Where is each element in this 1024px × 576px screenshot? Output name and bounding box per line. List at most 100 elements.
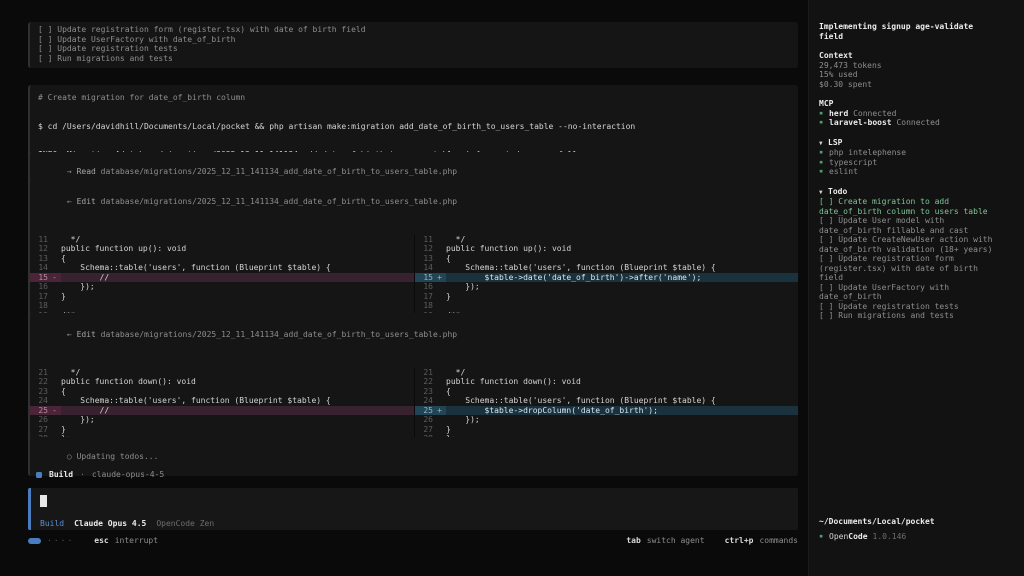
- status-bullet-icon: ▪: [819, 158, 829, 168]
- line-number: 22: [30, 377, 48, 387]
- code-text: });: [61, 282, 414, 292]
- diff-row: 16 });: [30, 282, 414, 292]
- line-number: 26: [415, 415, 433, 425]
- todo-line: [ ] Update registration form (register.t…: [38, 25, 790, 35]
- session-header: Build · claude-opus-4-5: [36, 470, 164, 480]
- diff-sign: [433, 425, 446, 435]
- line-number: 13: [415, 254, 433, 264]
- tab-key-label: switch agent: [647, 536, 705, 546]
- diff-row: 21 */: [415, 368, 798, 378]
- code-text: public function down(): void: [61, 377, 414, 387]
- diff-pane-after: 11 */12 public function up(): void 13 {14 S…: [414, 235, 798, 321]
- text-cursor: [40, 495, 47, 507]
- code-text: */: [61, 368, 414, 378]
- diff-row: 11 */: [415, 235, 798, 245]
- code-text: [446, 301, 798, 311]
- line-number: 27: [415, 425, 433, 435]
- diff-sign: [433, 415, 446, 425]
- app-version: 1.0.146: [873, 532, 907, 542]
- tool-file-path: database/migrations/2025_12_11_141134_ad…: [101, 197, 457, 206]
- diff-sign: [433, 235, 446, 245]
- diff-sign: [48, 263, 61, 273]
- status-bullet-icon: ▪: [819, 109, 829, 119]
- diff-row: 17}: [415, 292, 798, 302]
- diff-row: 25- //: [30, 406, 414, 416]
- diff-sign: [48, 301, 61, 311]
- line-number: 16: [415, 282, 433, 292]
- diff-sign: [48, 396, 61, 406]
- app-version-row: ▪ OpenCode 1.0.146: [819, 532, 906, 542]
- code-text: }: [446, 292, 798, 302]
- diff-row: 18: [415, 301, 798, 311]
- line-number: 23: [30, 387, 48, 397]
- prompt-input[interactable]: Build Claude Opus 4.5 OpenCode Zen: [28, 488, 798, 530]
- terminal-line: # Create migration for date_of_birth col…: [38, 93, 790, 103]
- code-text: */: [446, 235, 798, 245]
- diff-sign: [48, 254, 61, 264]
- updating-label: Updating todos...: [77, 452, 159, 461]
- code-text: });: [446, 415, 798, 425]
- diff-sign: [48, 292, 61, 302]
- mcp-item-text: laravel-boost Connected: [829, 118, 940, 128]
- diff-row: 17}: [30, 292, 414, 302]
- todo-line: [ ] Update registration tests: [38, 44, 790, 54]
- diff-row: 15- //: [30, 273, 414, 283]
- tool-file-path: database/migrations/2025_12_11_141134_ad…: [101, 330, 457, 339]
- code-text: */: [61, 235, 414, 245]
- diff-row: 25+ $table->dropColumn('date_of_birth');: [415, 406, 798, 416]
- line-number: 18: [30, 301, 48, 311]
- diff-row: 14 Schema::table('users', function (Blue…: [415, 263, 798, 273]
- main-pane: [ ] Update registration form (register.t…: [0, 0, 808, 576]
- code-text: Schema::table('users', function (Bluepri…: [61, 263, 414, 273]
- line-number: 16: [30, 282, 48, 292]
- diff-row: 26 });: [30, 415, 414, 425]
- mcp-item-text: herd Connected: [829, 109, 896, 119]
- code-text: {: [446, 254, 798, 264]
- diff-sign: [433, 368, 446, 378]
- diff-row: 26 });: [415, 415, 798, 425]
- code-text: {: [61, 387, 414, 397]
- edit-diff-block-up: ← Edit database/migrations/2025_12_11_14…: [28, 180, 798, 328]
- input-provider-label: OpenCode Zen: [156, 519, 214, 529]
- tab-key-hint: tab: [626, 536, 640, 546]
- diff-sign: [433, 282, 446, 292]
- line-number: 14: [415, 263, 433, 273]
- triangle-down-icon[interactable]: ▼: [819, 188, 828, 198]
- line-number: 12: [415, 244, 433, 254]
- lsp-item: ▪php intelephense: [819, 148, 1014, 158]
- diff-pane-before: 11 */12public function up(): void13{14 S…: [30, 235, 414, 321]
- diff-row: 23 {: [30, 387, 414, 397]
- line-number: 25: [30, 406, 48, 416]
- tool-file-path: database/migrations/2025_12_11_141134_ad…: [101, 167, 457, 176]
- line-number: 13: [30, 254, 48, 264]
- diff-sign: [433, 254, 446, 264]
- line-number: 25: [415, 406, 433, 416]
- lsp-item: ▪typescript: [819, 158, 1014, 168]
- diff-sign: [433, 377, 446, 387]
- edit-diff-block-down: ← Edit database/migrations/2025_12_11_14…: [28, 313, 798, 452]
- line-number: 21: [415, 368, 433, 378]
- code-text: }: [61, 292, 414, 302]
- diff-sign: [48, 377, 61, 387]
- code-text: */: [446, 368, 798, 378]
- triangle-down-icon[interactable]: ▼: [819, 139, 828, 149]
- input-model-label[interactable]: Claude Opus 4.5: [74, 519, 146, 529]
- diff-sign: -: [48, 273, 61, 283]
- todo-line: [ ] Run migrations and tests: [38, 54, 790, 64]
- sidebar-todo-item: [ ] Run migrations and tests: [819, 311, 1001, 321]
- code-text: });: [446, 282, 798, 292]
- code-text: {: [446, 387, 798, 397]
- spinner-dots-icon: ····: [47, 536, 74, 546]
- lsp-label: LSP: [828, 138, 842, 147]
- code-text: {: [61, 254, 414, 264]
- diff-row: 18: [30, 301, 414, 311]
- sidebar-todo-item: [ ] Create migration to add date_of_birt…: [819, 197, 1001, 216]
- diff-sign: [48, 244, 61, 254]
- line-number: 22: [415, 377, 433, 387]
- diff-sign: +: [433, 273, 446, 283]
- lsp-item-text: eslint: [829, 167, 858, 177]
- input-agent-label[interactable]: Build: [40, 519, 64, 529]
- line-number: 24: [415, 396, 433, 406]
- session-name: Build: [49, 470, 73, 480]
- code-text: public function up(): void: [446, 244, 798, 254]
